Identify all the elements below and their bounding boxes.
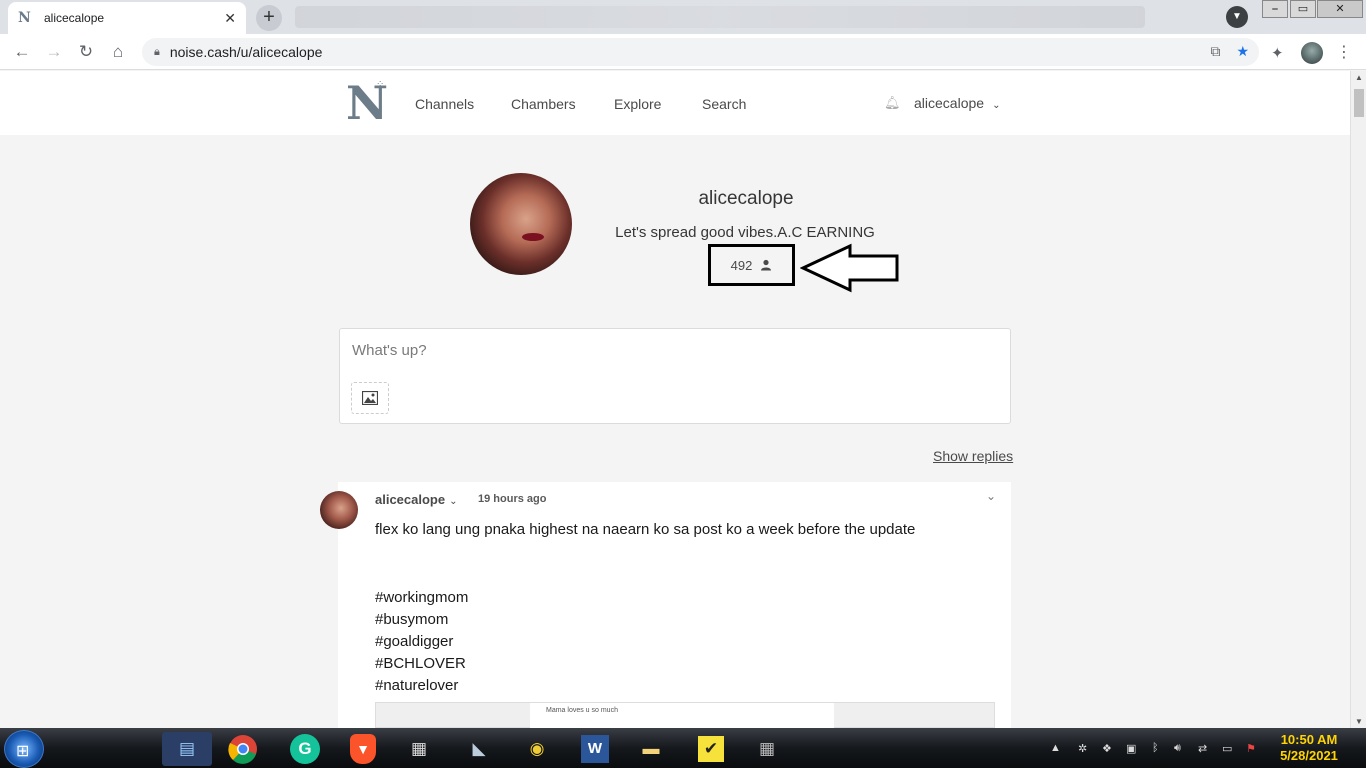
dropbox-icon[interactable]: ❖ [1102, 742, 1112, 755]
post-hashtags: #workingmom #busymom #goaldigger #BCHLOV… [375, 587, 468, 697]
annotation-arrow-icon [800, 243, 899, 293]
profile-avatar[interactable] [1301, 42, 1323, 64]
extensions-puzzle-icon[interactable]: ✦ [1271, 44, 1284, 62]
scrollbar-thumb[interactable] [1354, 89, 1364, 117]
noise-logo[interactable]: N ⁘ [346, 79, 396, 127]
background-tabs[interactable] [295, 6, 1145, 28]
forward-arrow-icon[interactable]: → [44, 42, 64, 62]
post-timestamp[interactable]: 19 hours ago [478, 493, 546, 505]
taskbar-app-icon[interactable]: ▤ [162, 732, 212, 766]
tab-close-icon[interactable]: ✕ [224, 10, 236, 27]
show-replies-link[interactable]: Show replies [933, 448, 1013, 464]
tab-title: alicecalope [44, 11, 105, 25]
nav-channels[interactable]: Channels [415, 96, 474, 112]
taskbar-badge-icon[interactable]: ◉ [512, 732, 562, 766]
tray-app-icon[interactable]: ✲ [1078, 742, 1087, 755]
nav-chambers[interactable]: Chambers [511, 96, 576, 112]
browser-toolbar: ← → ↻ ⌂ 🔒︎ noise.cash/u/alicecalope ⧉ ★ … [0, 34, 1366, 70]
clock-time: 10:50 AM [1280, 732, 1338, 747]
post-author-name: alicecalope [375, 492, 446, 507]
reload-icon[interactable]: ↻ [76, 42, 96, 62]
address-bar[interactable]: 🔒︎ noise.cash/u/alicecalope ⧉ ★ [142, 38, 1259, 66]
action-center-icon[interactable]: ▭ [1222, 742, 1232, 755]
network-icon[interactable]: ⇄ [1198, 742, 1207, 755]
calculator-icon[interactable]: ▦ [742, 732, 792, 766]
brave-icon[interactable]: ▼ [338, 732, 388, 766]
scroll-up-icon[interactable]: ▲ [1355, 73, 1363, 82]
noise-favicon-icon: N [18, 10, 31, 26]
user-menu-name: alicecalope [914, 95, 985, 111]
flag-icon[interactable]: ⚑ [1246, 742, 1256, 755]
grammarly-icon[interactable]: G [280, 732, 330, 766]
logo-dots-icon: ⁘ [376, 79, 385, 90]
post-body: flex ko lang ung pnaka highest na naearn… [375, 521, 916, 538]
volume-icon[interactable]: 🔊︎ [1174, 742, 1181, 755]
chrome-icon[interactable] [218, 732, 268, 766]
window-close-button[interactable]: ✕ [1317, 0, 1363, 18]
browser-tab-bar: N alicecalope ✕ + ▼ ⎯ ▭ ✕ [0, 0, 1366, 34]
home-icon[interactable]: ⌂ [108, 42, 128, 62]
tab-search-icon[interactable]: ▼ [1226, 6, 1248, 28]
add-image-button[interactable] [351, 382, 389, 414]
bell-icon[interactable]: 🔔︎ [884, 95, 901, 111]
browser-tab-active[interactable]: N alicecalope ✕ [8, 2, 246, 34]
chevron-down-icon: ⌄ [449, 496, 458, 507]
monitor-icon[interactable]: ▣ [1126, 742, 1136, 755]
composer-placeholder[interactable]: What's up? [352, 342, 427, 359]
browser-menu-icon[interactable]: ⋮ [1336, 42, 1352, 62]
new-tab-button[interactable]: + [256, 5, 282, 31]
image-icon [362, 391, 378, 405]
maximize-button[interactable]: ▭ [1290, 0, 1316, 18]
user-menu[interactable]: alicecalope ⌄ [914, 95, 1000, 111]
page-scrollbar[interactable]: ▲ ▼ [1350, 71, 1366, 728]
user-icon [761, 259, 772, 271]
bluetooth-icon[interactable]: ᛒ [1152, 742, 1159, 754]
minimize-button[interactable]: ⎯ [1262, 0, 1288, 18]
hashtag[interactable]: #busymom [375, 609, 468, 631]
post-author-avatar[interactable] [320, 491, 358, 529]
file-explorer-icon[interactable]: ▬ [626, 732, 676, 766]
back-arrow-icon[interactable]: ← [12, 42, 32, 62]
bookmark-star-icon[interactable]: ★ [1236, 43, 1249, 60]
profile-bio: Let's spread good vibes.A.C EARNING [615, 224, 875, 241]
tray-expand-icon[interactable]: ▲ [1050, 742, 1061, 754]
site-header: N ⁘ Channels Chambers Explore Search 🔔︎ … [0, 71, 1350, 135]
url-text: noise.cash/u/alicecalope [169, 44, 323, 60]
post-image-caption: Mama loves u so much [530, 703, 834, 729]
windows-taskbar: ⊞ ▤ G ▼ ▦ ◣ ◉ W ▬ ✔ ▦ ▲ ✲ ❖ ▣ ᛒ 🔊︎ ⇄ ▭ ⚑… [0, 728, 1366, 768]
post-image[interactable]: Mama loves u so much [375, 702, 995, 729]
hashtag[interactable]: #BCHLOVER [375, 653, 468, 675]
hashtag[interactable]: #goaldigger [375, 631, 468, 653]
profile-avatar-large [470, 173, 572, 275]
lock-icon: 🔒︎ [154, 45, 160, 58]
open-external-icon[interactable]: ⧉ [1210, 43, 1220, 60]
word-icon[interactable]: W [570, 732, 620, 766]
profile-name: alicecalope [698, 188, 794, 209]
taskbar-clock[interactable]: 10:50 AM 5/28/2021 [1272, 732, 1346, 764]
nav-explore[interactable]: Explore [614, 96, 661, 112]
follower-count[interactable]: 492 [708, 244, 795, 286]
sticky-notes-icon[interactable]: ✔ [686, 732, 736, 766]
start-button[interactable]: ⊞ [4, 730, 44, 768]
chevron-down-icon: ⌄ [992, 100, 1001, 111]
post-author[interactable]: alicecalope ⌄ [375, 492, 458, 507]
clock-date: 5/28/2021 [1280, 748, 1338, 763]
windows-logo-icon: ⊞ [16, 743, 30, 760]
hashtag[interactable]: #naturelover [375, 675, 468, 697]
taskbar-folder-app-icon[interactable]: ▦ [394, 732, 444, 766]
scroll-down-icon[interactable]: ▼ [1355, 717, 1363, 726]
hashtag[interactable]: #workingmom [375, 587, 468, 609]
post-composer[interactable]: What's up? [339, 328, 1011, 424]
nav-search[interactable]: Search [702, 96, 746, 112]
follower-count-value: 492 [730, 257, 753, 273]
taskbar-tool-icon[interactable]: ◣ [454, 732, 504, 766]
post-menu-chevron-icon[interactable]: ⌄ [986, 489, 996, 503]
